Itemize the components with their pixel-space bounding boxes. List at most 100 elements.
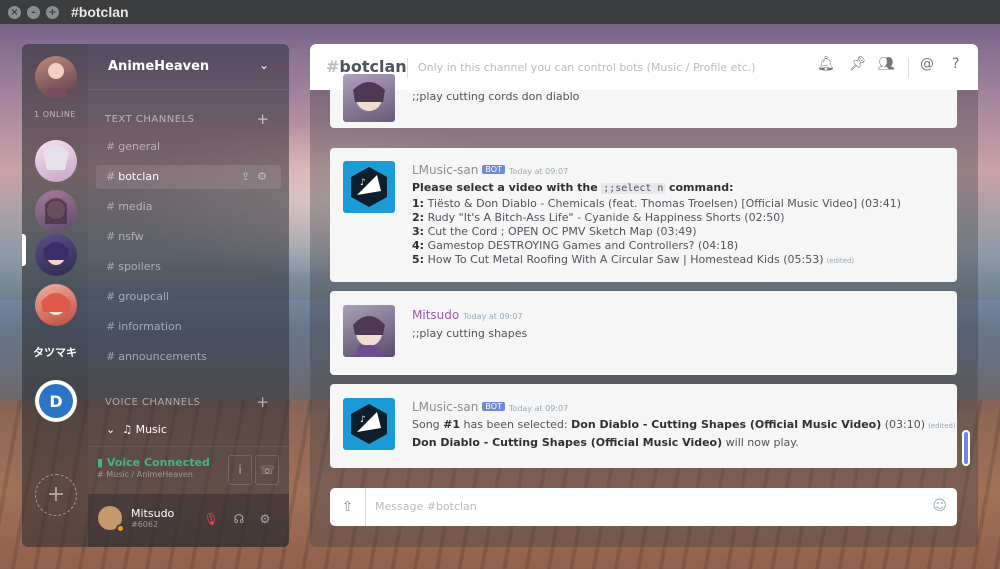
- message-text: Don Diablo - Cutting Shapes (Official Mu…: [412, 436, 799, 449]
- channel-general[interactable]: # general: [96, 135, 281, 159]
- help-icon[interactable]: ?: [952, 56, 959, 72]
- list-item: 5: How To Cut Metal Roofing With A Circu…: [412, 253, 855, 266]
- header-divider: [407, 58, 408, 78]
- server-icon-1[interactable]: [35, 140, 77, 182]
- mention-icon[interactable]: @: [920, 56, 934, 72]
- message-text: Please select a video with the ;;select …: [412, 181, 734, 194]
- window-title: #botclan: [71, 4, 129, 20]
- server-tatsumaki[interactable]: タツマキ: [22, 344, 88, 360]
- disconnect-icon[interactable]: ☏: [255, 455, 279, 485]
- add-text-channel-icon[interactable]: +: [256, 110, 269, 128]
- headphones-icon[interactable]: ☊: [228, 507, 250, 531]
- channel-information[interactable]: # information: [96, 315, 281, 339]
- window-maximize-button[interactable]: +: [46, 5, 59, 19]
- home-avatar[interactable]: [35, 56, 77, 98]
- list-item: 2: Rudy "It's A Bitch-Ass Life" - Cyanid…: [412, 211, 785, 224]
- hash-icon: #: [106, 170, 116, 183]
- add-voice-channel-icon[interactable]: +: [256, 393, 269, 411]
- music-note-icon: ♪: [360, 178, 366, 188]
- voice-connection-panel: ▮ Voice Connected # Music / AnimeHeaven …: [88, 446, 289, 492]
- message-author: LMusic-san BOT Today at 09:07: [412, 163, 569, 177]
- music-note-icon: ♪: [360, 415, 366, 425]
- channel-groupcall[interactable]: # groupcall: [96, 285, 281, 309]
- guild-name: AnimeHeaven: [108, 59, 210, 74]
- username: Mitsudo: [131, 507, 175, 520]
- server-icon-3[interactable]: [35, 234, 77, 276]
- avatar[interactable]: [343, 74, 395, 122]
- category-voice-channels[interactable]: VOICE CHANNELS: [105, 397, 201, 408]
- hash-icon: #: [106, 290, 116, 303]
- message-text: Song #1 has been selected: Don Diablo - …: [412, 418, 956, 431]
- voice-location: # Music / AnimeHeaven: [97, 470, 193, 479]
- window-minimize-button[interactable]: –: [27, 5, 40, 19]
- voice-status: ▮ Voice Connected: [97, 456, 210, 469]
- user-panel: Mitsudo #6062 🎙︎ ☊ ⚙: [88, 494, 289, 547]
- timestamp: Today at 09:07: [463, 312, 523, 321]
- info-icon[interactable]: i: [228, 455, 252, 485]
- user-discriminator: #6062: [131, 520, 159, 529]
- chat-area: #botclan Only in this channel you can co…: [310, 44, 978, 547]
- channel-nsfw[interactable]: # nsfw: [96, 225, 281, 249]
- server-list: 1 ONLINE タツマキ D +: [22, 44, 88, 547]
- inline-code: ;;select n: [601, 183, 666, 194]
- svg-text:D: D: [49, 392, 62, 411]
- chat-scrollbar[interactable]: [962, 430, 970, 466]
- emoji-icon[interactable]: ☺: [932, 498, 947, 514]
- bell-icon[interactable]: 🔔︎: [817, 56, 835, 72]
- gear-icon[interactable]: ⚙: [254, 507, 276, 531]
- channel-announcements[interactable]: # announcements: [96, 345, 281, 369]
- avatar[interactable]: ♪: [343, 161, 395, 213]
- hash-icon: #: [106, 350, 116, 363]
- server-icon-animeheaven[interactable]: [35, 190, 77, 232]
- invite-icon[interactable]: ⇪: [241, 170, 250, 183]
- list-item: 4: Gamestop DESTROYING Games and Control…: [412, 239, 739, 252]
- message: ♪ LMusic-san BOT Today at 09:07 Song #1 ha…: [330, 384, 957, 468]
- chevron-down-icon: ⌄: [106, 423, 116, 436]
- chat-header: #botclan Only in this channel you can co…: [310, 44, 978, 90]
- members-icon[interactable]: 👥︎: [877, 56, 895, 72]
- hash-icon: #: [106, 230, 116, 243]
- server-selected-indicator: [22, 234, 26, 266]
- list-item: 1: Tiësto & Don Diablo - Chemicals (feat…: [412, 197, 901, 210]
- guild-header[interactable]: AnimeHeaven ⌄: [88, 44, 289, 90]
- edited-label: (edited): [826, 257, 855, 265]
- timestamp: Today at 09:07: [508, 167, 569, 176]
- status-dot: [116, 524, 125, 533]
- hash-icon: #: [106, 260, 116, 273]
- hash-icon: #: [106, 200, 116, 213]
- channel-botclan[interactable]: # botclan ⇪ ⚙: [96, 165, 281, 189]
- channel-sidebar: AnimeHeaven ⌄ TEXT CHANNELS + # general #…: [88, 44, 289, 547]
- list-item: 3: Cut the Cord ; OPEN OC PMV Sketch Map…: [412, 225, 697, 238]
- music-note-icon: ♫: [122, 423, 133, 436]
- message-input[interactable]: Message #botclan: [375, 500, 477, 513]
- online-count: 1 ONLINE: [34, 110, 76, 119]
- signal-icon: ▮: [97, 456, 104, 469]
- message-text: ;;play cutting shapes: [412, 327, 528, 340]
- avatar[interactable]: ♪: [343, 398, 395, 450]
- server-icon-discordbots[interactable]: D: [35, 380, 77, 422]
- header-divider: [908, 58, 909, 78]
- voice-channel-music[interactable]: ⌄ ♫ Music: [106, 423, 167, 436]
- chevron-down-icon[interactable]: ⌄: [259, 58, 269, 72]
- message: ;;play cutting cords don diablo: [330, 74, 957, 128]
- timestamp: Today at 09:07: [508, 404, 569, 413]
- mute-icon[interactable]: 🎙︎: [200, 507, 222, 531]
- message: ♪ LMusic-san BOT Today at 09:07 Please sel…: [330, 148, 957, 282]
- message: Mitsudo Today at 09:07 ;;play cutting sha…: [330, 291, 957, 375]
- avatar[interactable]: [343, 305, 395, 357]
- upload-icon[interactable]: ⇧: [330, 488, 366, 526]
- channel-media[interactable]: # media: [96, 195, 281, 219]
- pin-icon[interactable]: 📌︎: [849, 56, 867, 72]
- message-text: ;;play cutting cords don diablo: [412, 90, 580, 103]
- channel-spoilers[interactable]: # spoilers: [96, 255, 281, 279]
- add-server-button[interactable]: +: [35, 474, 77, 516]
- bot-badge: BOT: [482, 402, 505, 411]
- window-close-button[interactable]: ×: [8, 5, 21, 19]
- edited-label: (edited): [928, 422, 956, 430]
- gear-icon[interactable]: ⚙: [257, 170, 267, 183]
- bot-badge: BOT: [482, 165, 505, 174]
- server-icon-4[interactable]: [35, 284, 77, 326]
- channel-topic: Only in this channel you can control bot…: [418, 61, 756, 74]
- hash-icon: #: [106, 140, 116, 153]
- category-text-channels[interactable]: TEXT CHANNELS: [105, 114, 194, 125]
